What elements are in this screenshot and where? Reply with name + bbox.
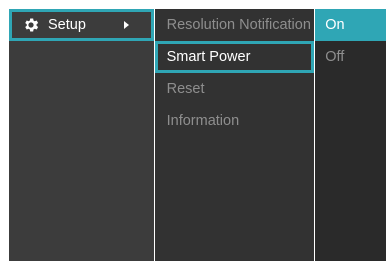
submenu-column: Resolution Notification Smart Power Rese…: [154, 9, 315, 261]
option-label: Off: [325, 49, 345, 65]
main-menu-item-setup[interactable]: Setup: [9, 9, 154, 41]
gear-icon: [25, 18, 39, 32]
submenu-item-label: Reset: [166, 81, 205, 97]
submenu-item-reset[interactable]: Reset: [155, 73, 315, 105]
submenu-item-label: Smart Power: [166, 49, 251, 65]
submenu-arrow-icon: [123, 21, 129, 29]
main-menu-column: Setup: [9, 9, 154, 261]
submenu-item-information[interactable]: Information: [155, 105, 315, 137]
option-off[interactable]: Off: [315, 41, 386, 73]
main-menu-item-label: Setup: [48, 17, 86, 33]
osd-menu: Setup Resolution Notification Smart Powe…: [9, 9, 386, 261]
option-on[interactable]: On: [315, 9, 386, 41]
submenu-item-smart-power[interactable]: Smart Power: [154, 41, 315, 73]
submenu-item-resolution-notification[interactable]: Resolution Notification: [155, 9, 315, 41]
submenu-item-label: Resolution Notification: [166, 17, 311, 33]
submenu-item-label: Information: [166, 113, 240, 129]
option-label: On: [325, 17, 345, 33]
options-column: On Off: [315, 9, 386, 261]
